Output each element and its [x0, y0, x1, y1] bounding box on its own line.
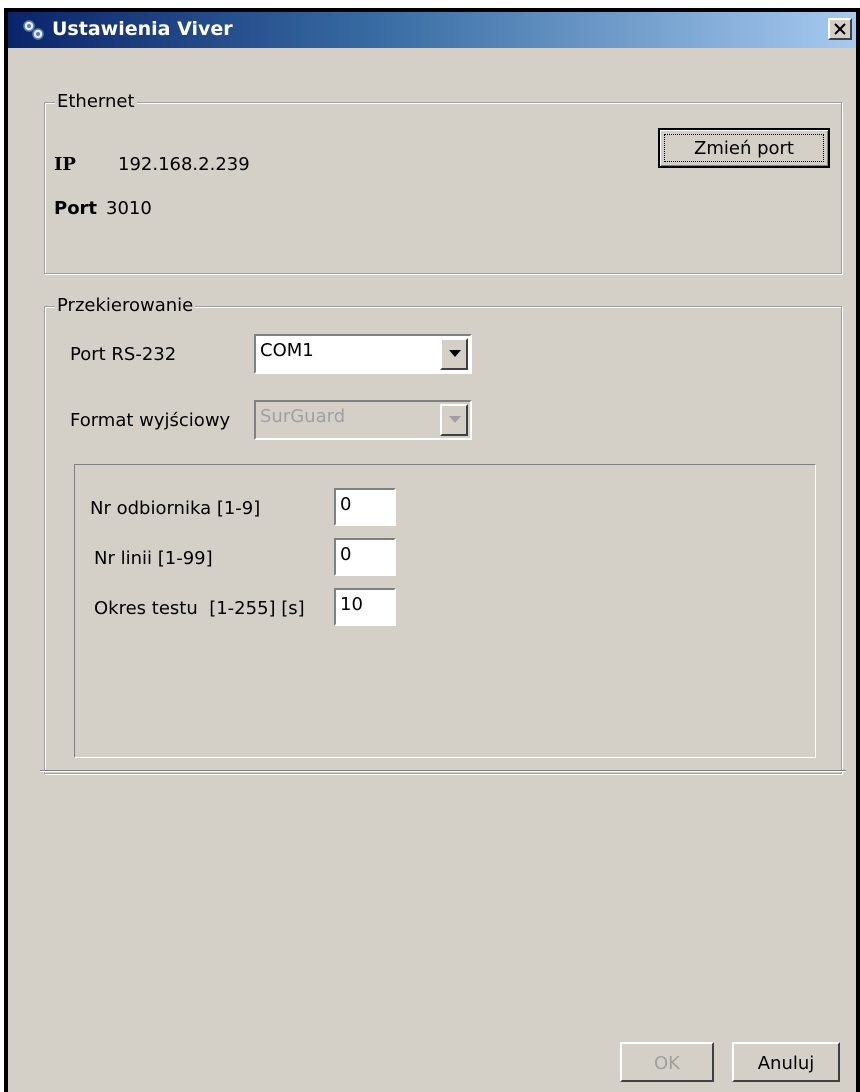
change-port-button[interactable]: Zmień port — [658, 128, 830, 168]
close-button[interactable] — [828, 18, 852, 40]
redirect-legend: Przekierowanie — [55, 295, 196, 316]
format-label: Format wyjściowy — [70, 410, 231, 431]
cancel-label: Anuluj — [757, 1053, 815, 1074]
title-bar[interactable]: Ustawienia Viver — [8, 12, 856, 48]
window-title: Ustawienia Viver — [52, 18, 233, 40]
rs232-label: Port RS-232 — [70, 344, 177, 365]
port-value: 3010 — [106, 198, 152, 219]
rs232-dropdown-button[interactable] — [440, 338, 468, 370]
change-port-label: Zmień port — [694, 138, 794, 159]
test-period-input[interactable]: 10 — [334, 588, 396, 626]
receiver-input[interactable]: 0 — [334, 488, 396, 526]
rs232-value: COM1 — [260, 340, 314, 361]
port-label: Port — [54, 198, 98, 219]
line-label: Nr linii [1-99] — [94, 548, 213, 569]
test-period-label: Okres testu [1-255] [s] — [94, 598, 305, 619]
line-input[interactable]: 0 — [334, 538, 396, 576]
ip-label: IP — [54, 154, 76, 175]
footer-separator — [40, 770, 846, 772]
format-select[interactable]: SurGuard — [254, 400, 472, 440]
ok-label: OK — [654, 1053, 680, 1074]
chevron-down-icon — [449, 350, 461, 357]
close-icon — [834, 23, 846, 35]
settings-dialog: Ustawienia Viver Ethernet IP 192.168.2.2… — [4, 8, 860, 1092]
format-value: SurGuard — [260, 406, 346, 427]
ok-button[interactable]: OK — [620, 1042, 714, 1082]
rs232-select[interactable]: COM1 — [254, 334, 472, 374]
ethernet-legend: Ethernet — [55, 91, 137, 112]
chevron-down-icon — [449, 416, 461, 423]
receiver-label: Nr odbiornika [1-9] — [90, 498, 261, 519]
ip-value: 192.168.2.239 — [118, 154, 250, 175]
format-dropdown-button[interactable] — [440, 404, 468, 436]
viver-app-icon — [23, 20, 44, 40]
cancel-button[interactable]: Anuluj — [732, 1042, 840, 1082]
